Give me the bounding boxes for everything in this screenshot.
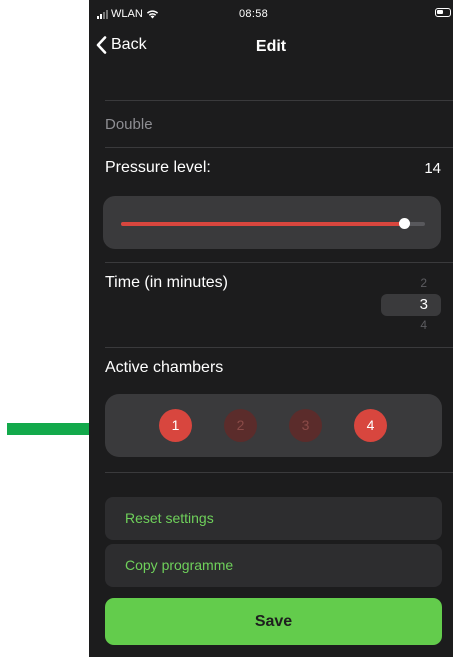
page-title: Edit (255, 38, 287, 55)
battery-icon (435, 8, 451, 17)
status-time: 08:58 (239, 8, 269, 20)
pressure-slider-card (103, 196, 441, 249)
chambers-label: Active chambers (105, 359, 224, 376)
picker-option-prev[interactable]: 2 (420, 276, 427, 290)
time-picker[interactable]: 2 3 4 (381, 274, 441, 334)
picker-option-next[interactable]: 4 (420, 318, 427, 332)
chamber-3-toggle[interactable]: 3 (289, 409, 322, 442)
copy-programme-button[interactable]: Copy programme (105, 544, 442, 587)
reset-settings-button[interactable]: Reset settings (105, 497, 442, 540)
phone-screen: WLAN 08:58 Back Edit Double Pressure lev… (89, 0, 453, 657)
chambers-card: 1 2 3 4 (105, 394, 442, 457)
picker-selected[interactable]: 3 (381, 294, 441, 316)
programme-name: Double (105, 116, 153, 133)
chamber-2-toggle[interactable]: 2 (224, 409, 257, 442)
status-bar: WLAN 08:58 (89, 0, 453, 30)
wifi-icon (146, 10, 158, 19)
divider (105, 262, 453, 263)
slider-thumb[interactable] (398, 218, 410, 229)
signal-icon (97, 9, 108, 19)
navigation-bar: Back Edit (89, 30, 453, 66)
divider (105, 147, 453, 148)
divider (105, 100, 453, 101)
divider (105, 472, 453, 473)
pressure-value: 14 (424, 160, 441, 177)
pressure-label: Pressure level: (105, 159, 211, 176)
divider (105, 347, 453, 348)
slider-fill (121, 222, 404, 226)
carrier-label: WLAN (111, 8, 143, 20)
chamber-1-toggle[interactable]: 1 (159, 409, 192, 442)
time-label: Time (in minutes) (105, 274, 228, 291)
chamber-4-toggle[interactable]: 4 (354, 409, 387, 442)
pressure-slider[interactable] (121, 218, 425, 229)
save-button[interactable]: Save (105, 598, 442, 645)
